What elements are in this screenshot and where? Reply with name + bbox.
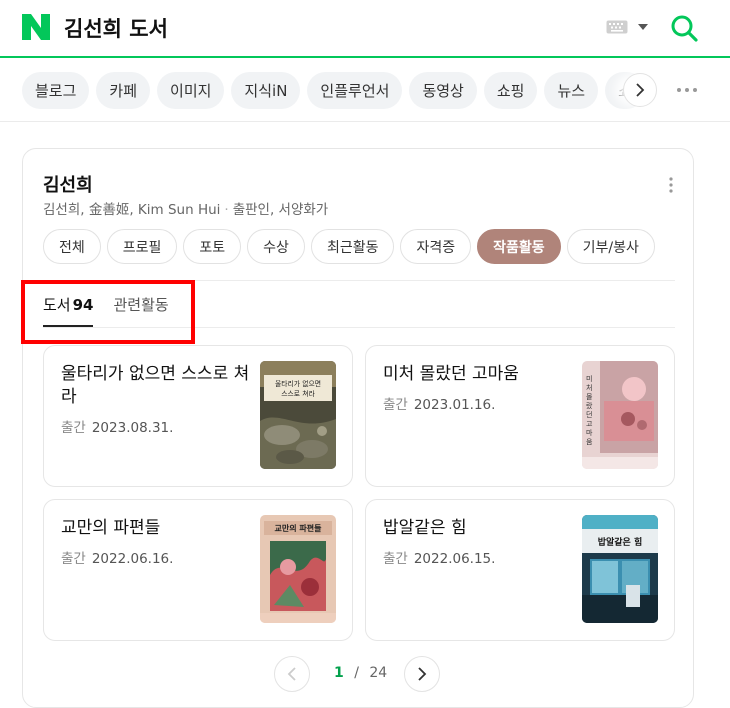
chevron-right-icon [418, 667, 427, 681]
book-card[interactable]: 미처 몰랐던 고마움 출간 2023.01.16. 미처몰랐던고마움 [365, 345, 675, 487]
book-date-label: 출간 [383, 551, 408, 567]
nav-chip-cafe[interactable]: 카페 [96, 72, 151, 109]
more-horizontal-icon[interactable] [676, 86, 698, 94]
pagination: 1 / 24 [274, 656, 442, 692]
divider [43, 280, 675, 281]
cover-title: 밥알같은 힘 [598, 536, 643, 548]
sub-tabs: 도서 94 관련활동 [43, 294, 169, 327]
book-cover[interactable]: 미처몰랐던고마움 [582, 361, 658, 469]
book-list: 울타리가 없으면 스스로 쳐라 출간 2023.08.31. 울타리가 없으면 스… [43, 345, 675, 641]
meta-separator: · [224, 202, 229, 218]
nav-chip-news[interactable]: 뉴스 [544, 72, 599, 109]
book-cover[interactable]: 교만의 파편들 [260, 515, 336, 623]
cover-title-line1: 울타리가 없으면 [275, 379, 321, 388]
tab-photo[interactable]: 포토 [183, 229, 242, 264]
tab-certificate[interactable]: 자격증 [400, 229, 472, 264]
book-date-value: 2022.06.15. [413, 551, 496, 567]
page-indicator: 1 / 24 [334, 665, 387, 681]
person-profile-card: 김선희 김선희, 金善姬, Kim Sun Hui · 출판인, 서양화가 전체 프… [22, 148, 694, 708]
book-cover[interactable]: 울타리가 없으면 스스로 쳐라 [260, 361, 336, 469]
next-page-button[interactable] [404, 656, 440, 692]
tab-works[interactable]: 작품활동 [477, 229, 561, 264]
nav-chip-image[interactable]: 이미지 [157, 72, 225, 109]
book-title[interactable]: 미처 몰랐던 고마움 [383, 363, 573, 386]
subtab-related[interactable]: 관련활동 [113, 294, 168, 327]
person-roles: 출판인, 서양화가 [232, 202, 329, 218]
caret-down-icon[interactable] [638, 23, 648, 31]
subtab-books-label: 도서 [43, 296, 71, 314]
search-query-text[interactable]: 김선희 도서 [64, 13, 168, 43]
book-date-value: 2023.01.16. [413, 397, 496, 413]
book-date: 출간 2023.08.31. [61, 416, 173, 436]
book-date-label: 출간 [61, 420, 86, 436]
cover-title-line2: 스스로 쳐라 [281, 389, 315, 398]
prev-page-button[interactable] [274, 656, 310, 692]
nav-chip-video[interactable]: 동영상 [409, 72, 477, 109]
nav-next-button[interactable] [623, 73, 657, 107]
nav-chip-influencer[interactable]: 인플루언서 [307, 72, 403, 109]
book-date-label: 출간 [61, 551, 86, 567]
tab-awards[interactable]: 수상 [247, 229, 305, 264]
book-card[interactable]: 교만의 파편들 출간 2022.06.16. 교만의 파편들 [43, 499, 353, 641]
book-title[interactable]: 교만의 파편들 [61, 517, 251, 540]
book-cover[interactable]: 밥알같은 힘 [582, 515, 658, 623]
nav-chip-shopping[interactable]: 쇼핑 [483, 72, 538, 109]
total-pages: 24 [369, 665, 388, 681]
subtab-books-count: 94 [72, 296, 94, 314]
person-meta: 김선희, 金善姬, Kim Sun Hui · 출판인, 서양화가 [43, 198, 328, 218]
tab-donation[interactable]: 기부/봉사 [566, 229, 655, 264]
top-search-bar: 김선희 도서 [0, 0, 730, 58]
current-page: 1 [334, 665, 344, 681]
vertical-nav: 블로그 카페 이미지 지식iN 인플루언서 동영상 쇼핑 뉴스 쇼 [0, 60, 730, 122]
chevron-right-icon [636, 83, 645, 97]
more-vertical-icon[interactable] [669, 177, 673, 193]
naver-logo[interactable] [22, 14, 50, 40]
divider [43, 327, 675, 328]
book-card[interactable]: 울타리가 없으면 스스로 쳐라 출간 2023.08.31. 울타리가 없으면 스… [43, 345, 353, 487]
person-name[interactable]: 김선희 [43, 171, 93, 197]
book-date-value: 2023.08.31. [91, 420, 174, 436]
subtab-books[interactable]: 도서 94 [43, 294, 94, 327]
book-date: 출간 2022.06.16. [61, 547, 173, 567]
book-date-value: 2022.06.16. [91, 551, 174, 567]
person-aliases: 김선희, 金善姬, Kim Sun Hui [43, 202, 221, 218]
chevron-left-icon [287, 667, 296, 681]
tab-all[interactable]: 전체 [43, 229, 101, 264]
book-date: 출간 2022.06.15. [383, 547, 495, 567]
search-icon[interactable] [670, 14, 698, 42]
nav-chip-list: 블로그 카페 이미지 지식iN 인플루언서 동영상 쇼핑 뉴스 쇼 [22, 72, 645, 109]
book-date: 출간 2023.01.16. [383, 393, 495, 413]
book-title[interactable]: 울타리가 없으면 스스로 쳐라 [61, 363, 251, 409]
category-tabs: 전체 프로필 포토 수상 최근활동 자격증 작품활동 기부/봉사 [43, 229, 655, 264]
tab-recent[interactable]: 최근활동 [310, 229, 395, 264]
book-card[interactable]: 밥알같은 힘 출간 2022.06.15. 밥알같은 힘 [365, 499, 675, 641]
nav-chip-kin[interactable]: 지식iN [231, 72, 301, 109]
page-separator: / [354, 665, 359, 681]
keyboard-icon[interactable] [606, 20, 628, 34]
tab-profile[interactable]: 프로필 [106, 229, 178, 264]
nav-chip-blog[interactable]: 블로그 [22, 72, 90, 109]
cover-title: 교만의 파편들 [275, 523, 323, 533]
book-title[interactable]: 밥알같은 힘 [383, 517, 573, 540]
book-date-label: 출간 [383, 397, 408, 413]
